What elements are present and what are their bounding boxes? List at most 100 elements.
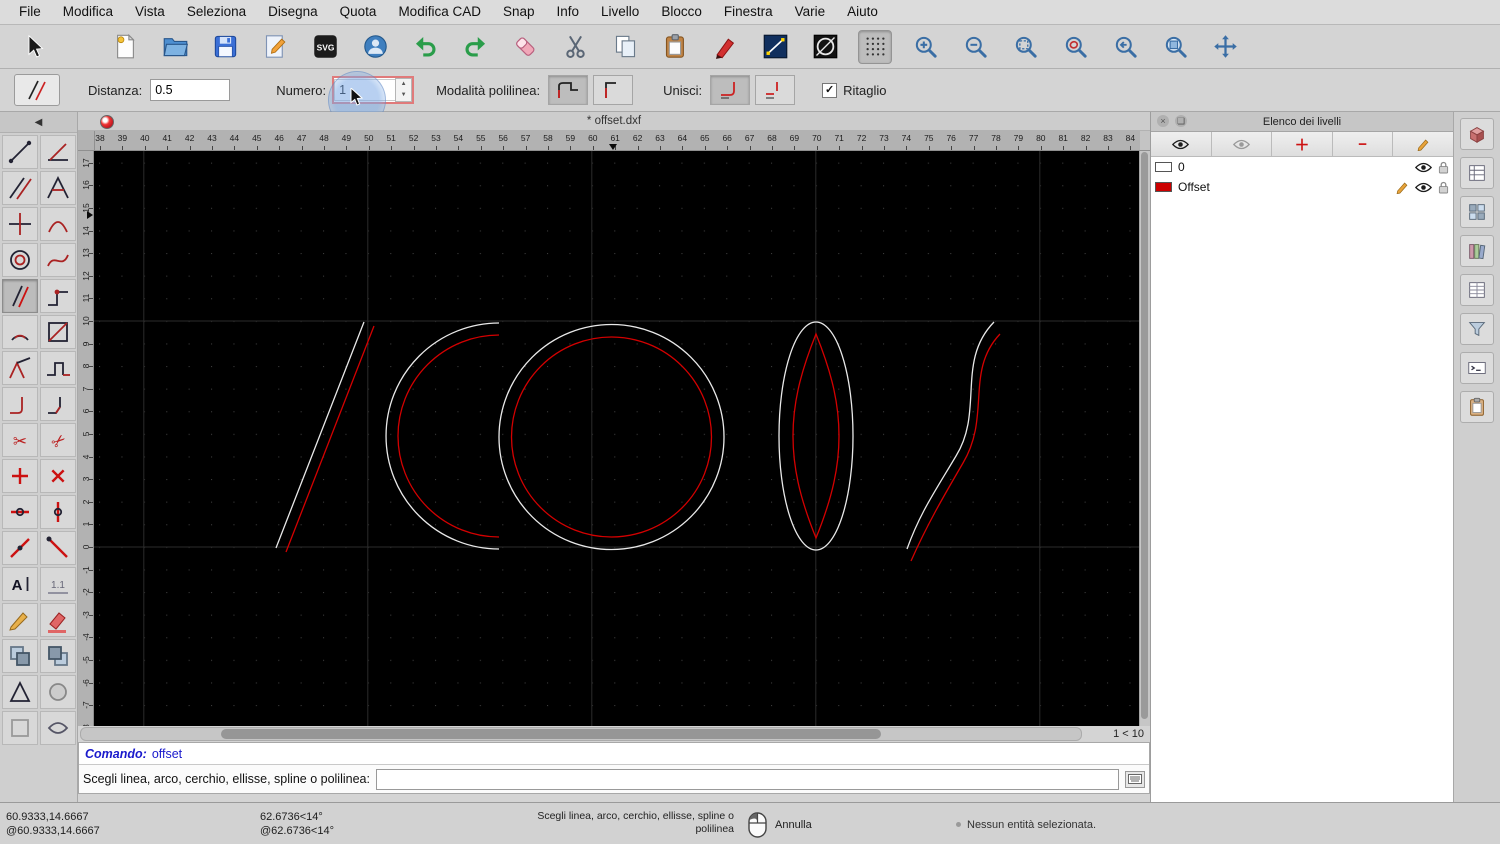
palette-tool-line-two-points[interactable]: [2, 135, 38, 169]
property-editor-toggle-button[interactable]: [1460, 274, 1494, 306]
menu-seleziona[interactable]: Seleziona: [176, 0, 257, 24]
menu-quota[interactable]: Quota: [329, 0, 388, 24]
keyboard-toggle-button[interactable]: [1125, 770, 1145, 788]
palette-tool-triangle-tool[interactable]: [2, 675, 38, 709]
panel-float-button[interactable]: ❏: [1175, 115, 1187, 127]
palette-tool-line-angle[interactable]: [40, 135, 76, 169]
save-file-button[interactable]: [208, 30, 242, 64]
polyline-mode-round-button[interactable]: [548, 75, 589, 105]
command-line-toggle-button[interactable]: [1460, 352, 1494, 384]
menu-snap[interactable]: Snap: [492, 0, 546, 24]
palette-tool-line-triangle[interactable]: [40, 171, 76, 205]
vertical-scroll-thumb[interactable]: [1141, 152, 1149, 720]
library-browser-toggle-button[interactable]: [1460, 235, 1494, 267]
palette-tool-polygon-side[interactable]: [2, 351, 38, 385]
menu-livello[interactable]: Livello: [590, 0, 650, 24]
stepper-up-icon[interactable]: ▲: [396, 79, 411, 90]
command-input[interactable]: [375, 768, 1119, 790]
zoom-window-button[interactable]: [1158, 30, 1192, 64]
print-preview-button[interactable]: [358, 30, 392, 64]
edit-settings-button[interactable]: [258, 30, 292, 64]
distance-input[interactable]: [150, 79, 231, 101]
palette-tool-spline[interactable]: [40, 243, 76, 277]
zoom-out-button[interactable]: [958, 30, 992, 64]
menu-varie[interactable]: Varie: [784, 0, 837, 24]
zoom-in-button[interactable]: [908, 30, 942, 64]
palette-tool-line-cross[interactable]: [2, 207, 38, 241]
palette-tool-divide-horizontal[interactable]: [2, 459, 38, 493]
zoom-auto-button[interactable]: [1008, 30, 1042, 64]
panel-close-button[interactable]: ×: [1157, 115, 1169, 127]
palette-tool-lens-tool[interactable]: [40, 711, 76, 745]
palette-tool-stretch-line[interactable]: [2, 531, 38, 565]
line-attributes-button[interactable]: [758, 30, 792, 64]
zoom-previous-button[interactable]: [1108, 30, 1142, 64]
lock-icon[interactable]: [1438, 161, 1449, 174]
show-all-layers-button[interactable]: [1151, 132, 1212, 156]
lock-icon[interactable]: [1438, 181, 1449, 194]
erase-button[interactable]: [508, 30, 542, 64]
palette-collapse-button[interactable]: ◀: [0, 112, 77, 133]
copy-button[interactable]: [608, 30, 642, 64]
join-none-button[interactable]: [755, 75, 796, 105]
number-input[interactable]: [334, 79, 396, 101]
palette-tool-circle-concentric[interactable]: [2, 243, 38, 277]
open-file-button[interactable]: [158, 30, 192, 64]
palette-tool-line-parallel[interactable]: [2, 171, 38, 205]
redo-button[interactable]: [458, 30, 492, 64]
pen-attributes-button[interactable]: [708, 30, 742, 64]
new-document-button[interactable]: [108, 30, 142, 64]
cut-button[interactable]: [558, 30, 592, 64]
palette-tool-polyline-segment[interactable]: [40, 351, 76, 385]
menu-disegna[interactable]: Disegna: [257, 0, 329, 24]
menu-info[interactable]: Info: [546, 0, 591, 24]
palette-tool-dimension-style[interactable]: 1.1: [40, 567, 76, 601]
paste-button[interactable]: [658, 30, 692, 64]
grid-toggle-button[interactable]: [858, 29, 892, 64]
polyline-mode-sharp-button[interactable]: [593, 75, 634, 105]
palette-tool-offset[interactable]: [2, 279, 38, 313]
add-layer-button[interactable]: ＋: [1272, 132, 1333, 156]
circle-attributes-button[interactable]: [808, 30, 842, 64]
palette-tool-break-vertical[interactable]: [40, 495, 76, 529]
stepper-down-icon[interactable]: ▼: [396, 90, 411, 101]
zoom-redraw-button[interactable]: [1058, 30, 1092, 64]
palette-tool-order-back[interactable]: [40, 639, 76, 673]
menu-aiuto[interactable]: Aiuto: [836, 0, 889, 24]
palette-tool-text[interactable]: A: [2, 567, 38, 601]
palette-tool-trim-two[interactable]: ✂: [40, 423, 76, 457]
clipboard-panel-toggle-button[interactable]: [1460, 391, 1494, 423]
undo-button[interactable]: [408, 30, 442, 64]
selection-filter-toggle-button[interactable]: [1460, 313, 1494, 345]
layer-row-0[interactable]: 0: [1151, 157, 1453, 177]
eye-icon[interactable]: [1415, 162, 1432, 173]
layer-panel-toggle-button[interactable]: [1460, 157, 1494, 189]
clip-checkbox[interactable]: ✓ Ritaglio: [822, 82, 887, 98]
palette-tool-break-out[interactable]: [2, 495, 38, 529]
menu-blocco[interactable]: Blocco: [650, 0, 713, 24]
layer-row-Offset[interactable]: Offset: [1151, 177, 1453, 197]
eye-icon[interactable]: [1232, 139, 1250, 150]
palette-tool-point-tool[interactable]: [40, 675, 76, 709]
palette-tool-fillet[interactable]: [2, 387, 38, 421]
palette-tool-order-front[interactable]: [2, 639, 38, 673]
eye-icon[interactable]: [1172, 139, 1190, 150]
drawing-canvas[interactable]: [94, 151, 1140, 726]
palette-tool-arc-three-points[interactable]: [40, 207, 76, 241]
menu-vista[interactable]: Vista: [124, 0, 176, 24]
remove-layer-button[interactable]: −: [1332, 132, 1394, 156]
join-round-button[interactable]: [710, 75, 751, 105]
palette-tool-rectangle-diagonal[interactable]: [40, 315, 76, 349]
horizontal-scroll-thumb[interactable]: [221, 729, 881, 739]
palette-tool-polyline[interactable]: [40, 279, 76, 313]
edit-layer-button[interactable]: [1393, 132, 1453, 156]
menu-modifica-cad[interactable]: Modifica CAD: [387, 0, 492, 24]
svg-export-button[interactable]: SVG: [308, 30, 342, 64]
document-tab[interactable]: * offset.dxf: [78, 112, 1150, 131]
palette-tool-arc-concentric[interactable]: [2, 315, 38, 349]
horizontal-scrollbar[interactable]: [80, 727, 1082, 741]
zoom-pan-button[interactable]: [1208, 30, 1242, 64]
eye-icon[interactable]: [1415, 182, 1432, 193]
menu-file[interactable]: File: [8, 0, 52, 24]
palette-tool-divide-vertical[interactable]: [40, 459, 76, 493]
